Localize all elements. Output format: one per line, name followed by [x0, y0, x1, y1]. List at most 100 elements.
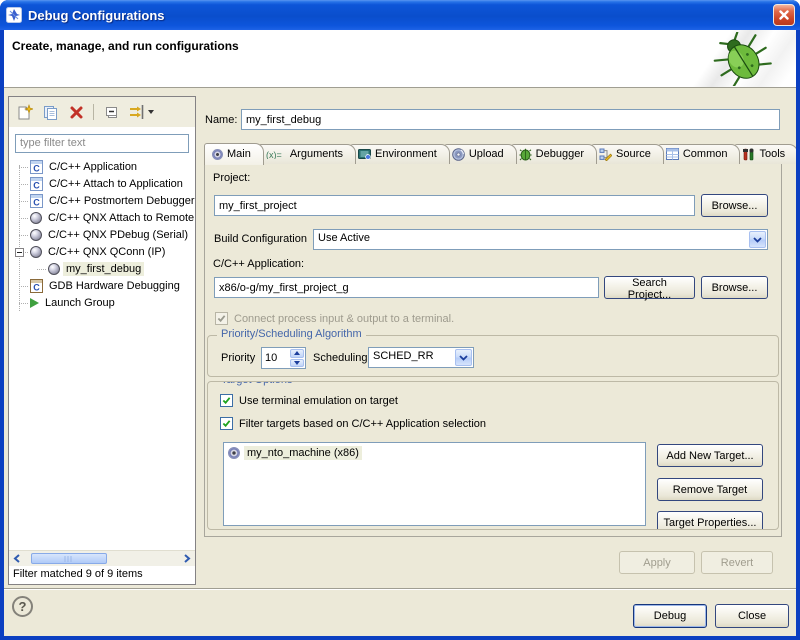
- dialog-icon: [6, 7, 22, 23]
- apply-button[interactable]: Apply: [619, 551, 695, 574]
- terminal-checkbox-row: Connect process input & output to a term…: [215, 312, 454, 325]
- title-bar[interactable]: Debug Configurations: [0, 0, 800, 30]
- qnx-orb-icon: [30, 246, 42, 258]
- use-terminal-row[interactable]: Use terminal emulation on target: [220, 394, 398, 407]
- add-new-target-button[interactable]: Add New Target...: [657, 444, 763, 467]
- application-input[interactable]: [214, 277, 599, 298]
- tab-source[interactable]: Source: [591, 144, 664, 164]
- tree-item-cpp-postmortem[interactable]: C C/C++ Postmortem Debugger: [9, 193, 195, 210]
- search-project-button[interactable]: Search Project...: [604, 276, 695, 299]
- tree-item-gdb-hardware[interactable]: C GDB Hardware Debugging: [9, 278, 195, 295]
- priority-group-title: Priority/Scheduling Algorithm: [217, 328, 366, 340]
- horizontal-scrollbar[interactable]: [9, 550, 195, 566]
- filter-targets-label: Filter targets based on C/C++ Applicatio…: [239, 418, 486, 430]
- checkbox-check-icon: [222, 396, 231, 405]
- toolbar-separator: [93, 104, 94, 120]
- new-launch-configuration-icon[interactable]: [13, 101, 35, 123]
- main-tab-icon: [212, 149, 223, 160]
- filter-targets-row[interactable]: Filter targets based on C/C++ Applicatio…: [220, 417, 486, 430]
- priority-input[interactable]: [262, 348, 289, 368]
- project-label: Project:: [213, 172, 250, 184]
- target-list[interactable]: my_nto_machine (x86): [223, 442, 646, 526]
- scheduling-combo[interactable]: SCHED_RR: [368, 347, 474, 368]
- filter-input[interactable]: [15, 134, 189, 153]
- filter-status: Filter matched 9 of 9 items: [9, 566, 195, 584]
- spinner-down-icon[interactable]: [290, 359, 304, 368]
- priority-scheduling-group: Priority/Scheduling Algorithm Priority S…: [207, 335, 779, 377]
- qnx-orb-icon: [48, 263, 60, 275]
- close-button[interactable]: Close: [715, 604, 789, 628]
- configurations-panel: C C/C++ Application C C/C++ Attach to Ap…: [8, 96, 196, 585]
- combo-arrow-icon[interactable]: [455, 349, 472, 366]
- collapse-expander-icon[interactable]: [15, 248, 24, 257]
- environment-tab-icon: [358, 148, 371, 160]
- debugger-tab-icon: [519, 148, 532, 161]
- delete-launch-configuration-icon[interactable]: [65, 101, 87, 123]
- window-title: Debug Configurations: [28, 8, 165, 23]
- tab-arguments[interactable]: (x)= Arguments: [258, 144, 356, 164]
- scheduling-label: Scheduling: [313, 352, 367, 364]
- revert-button[interactable]: Revert: [701, 551, 773, 574]
- target-list-item[interactable]: my_nto_machine (x86): [224, 443, 645, 463]
- dropdown-caret-icon: [148, 110, 154, 114]
- target-group-title: Target Options: [217, 381, 297, 386]
- browse-application-button[interactable]: Browse...: [701, 276, 768, 299]
- priority-spinner[interactable]: [261, 347, 306, 369]
- filter-launch-configurations-icon[interactable]: [126, 101, 156, 123]
- tab-upload[interactable]: Upload: [444, 144, 517, 164]
- svg-text:C: C: [33, 198, 40, 208]
- application-label: C/C++ Application:: [213, 258, 304, 270]
- target-properties-button[interactable]: Target Properties...: [657, 511, 763, 530]
- svg-text:C: C: [33, 181, 40, 191]
- tree-item-my-first-debug[interactable]: my_first_debug: [9, 261, 195, 278]
- tree-item-launch-group[interactable]: Launch Group: [9, 295, 195, 312]
- help-button[interactable]: ?: [12, 596, 33, 617]
- qnx-orb-icon: [30, 212, 42, 224]
- close-window-button[interactable]: [773, 4, 795, 26]
- scrollbar-thumb[interactable]: [31, 553, 107, 564]
- tab-tools[interactable]: Tools: [734, 144, 796, 164]
- target-options-group: Target Options Use terminal emulation on…: [207, 381, 779, 530]
- spinner-up-icon[interactable]: [290, 349, 304, 358]
- tree-item-qnx-attach-remote[interactable]: C/C++ QNX Attach to Remote Process: [9, 210, 195, 227]
- c-application-icon: C: [30, 160, 43, 174]
- scroll-right-icon[interactable]: [179, 551, 195, 566]
- debug-button[interactable]: Debug: [633, 604, 707, 628]
- debug-configurations-dialog: Debug Configurations Create, manage, and…: [0, 0, 800, 640]
- svg-text:C: C: [33, 283, 40, 293]
- remove-target-button[interactable]: Remove Target: [657, 478, 763, 501]
- duplicate-launch-configuration-icon[interactable]: [39, 101, 61, 123]
- c-application-icon: C: [30, 177, 43, 191]
- c-application-icon: C: [30, 194, 43, 208]
- build-configuration-combo[interactable]: Use Active: [313, 229, 768, 250]
- configurations-toolbar: [9, 97, 195, 127]
- filter-row: [9, 127, 195, 157]
- footer-separator: [4, 588, 796, 590]
- tab-common[interactable]: Common: [658, 144, 741, 164]
- common-tab-icon: [666, 148, 679, 160]
- banner-heading: Create, manage, and run configurations: [12, 39, 239, 53]
- combo-arrow-icon[interactable]: [749, 231, 766, 248]
- use-terminal-label: Use terminal emulation on target: [239, 395, 398, 407]
- name-input[interactable]: [241, 109, 780, 130]
- collapse-all-icon[interactable]: [100, 101, 122, 123]
- tree-item-qnx-qconn[interactable]: C/C++ QNX QConn (IP): [9, 244, 195, 261]
- filter-targets-checkbox[interactable]: [220, 417, 233, 430]
- project-input[interactable]: [214, 195, 695, 216]
- name-label: Name:: [205, 114, 237, 126]
- checkbox-check-icon: [217, 314, 226, 323]
- browse-project-button[interactable]: Browse...: [701, 194, 768, 217]
- tree-item-cpp-application[interactable]: C C/C++ Application: [9, 159, 195, 176]
- tree-item-qnx-pdebug[interactable]: C/C++ QNX PDebug (Serial): [9, 227, 195, 244]
- tree-item-cpp-attach[interactable]: C C/C++ Attach to Application: [9, 176, 195, 193]
- use-terminal-checkbox[interactable]: [220, 394, 233, 407]
- launch-group-icon: [30, 298, 39, 308]
- tools-tab-icon: [742, 148, 755, 161]
- tab-debugger[interactable]: Debugger: [511, 144, 597, 164]
- checkbox-check-icon: [222, 419, 231, 428]
- svg-text:C: C: [33, 164, 40, 174]
- tab-main[interactable]: Main: [204, 143, 264, 165]
- tab-environment[interactable]: Environment: [350, 144, 450, 164]
- scroll-left-icon[interactable]: [9, 551, 25, 566]
- close-icon: [779, 10, 789, 20]
